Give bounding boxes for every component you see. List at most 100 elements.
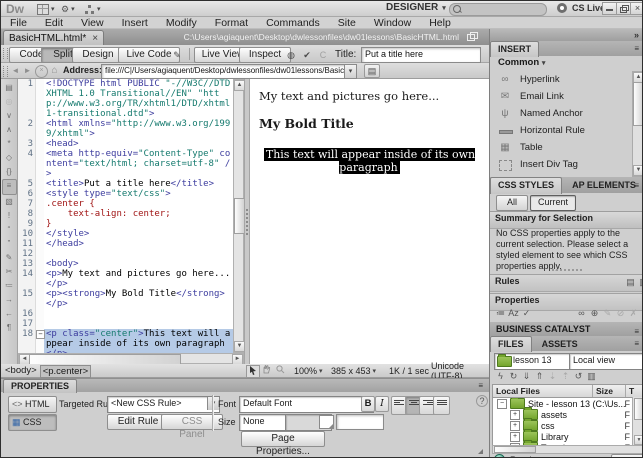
help-icon[interactable]: ? bbox=[476, 395, 488, 407]
live-code-options-icon[interactable]: ✎ bbox=[169, 48, 185, 62]
balance-braces-icon[interactable]: {} bbox=[3, 165, 16, 179]
file-tree-row[interactable]: + assets F bbox=[493, 407, 642, 420]
menu-insert[interactable]: Insert bbox=[113, 17, 157, 29]
menu-window[interactable]: Window bbox=[365, 17, 420, 29]
code-text[interactable]: </style> bbox=[44, 229, 233, 239]
align-justify-icon[interactable] bbox=[433, 396, 450, 415]
search-input[interactable] bbox=[463, 4, 545, 15]
insert-category-select[interactable]: Common ▾ bbox=[490, 57, 545, 68]
code-text[interactable]: <title>Put a title here</title> bbox=[44, 179, 233, 189]
tag-selector-item[interactable]: <p.center> bbox=[39, 365, 92, 378]
expand-icon[interactable]: + bbox=[510, 420, 520, 431]
italic-button[interactable]: I bbox=[375, 396, 389, 412]
expand-icon[interactable]: + bbox=[510, 431, 520, 442]
connect-to-remote-server-icon[interactable]: ϟ bbox=[494, 370, 507, 382]
code-text[interactable] bbox=[44, 309, 233, 319]
code-text[interactable]: <html xmlns="http://www.w3.org/1999/xhtm… bbox=[44, 119, 233, 139]
code-view[interactable]: 1 <!DOCTYPE html PUBLIC "-//W3C//DTD XHTM… bbox=[18, 79, 233, 353]
restore-document-icon[interactable] bbox=[467, 32, 478, 41]
apply-comment-icon[interactable]: “ bbox=[3, 223, 16, 237]
refresh-design-view-icon[interactable]: C bbox=[315, 48, 331, 62]
file-list-icon[interactable]: ▤ bbox=[364, 64, 380, 78]
design-paragraph[interactable]: My text and pictures go here... bbox=[250, 89, 489, 103]
workspace-switcher[interactable]: DESIGNER ▾ bbox=[386, 2, 446, 13]
code-text[interactable]: <p class="center">This text will appear … bbox=[44, 329, 233, 353]
wrap-tag-icon[interactable]: ✎ bbox=[3, 251, 16, 265]
check-out-files-icon[interactable]: ⇣ bbox=[546, 370, 559, 382]
css-panel-button[interactable]: CSS Panel bbox=[161, 414, 223, 440]
synchronize-icon[interactable]: ↺ bbox=[572, 370, 585, 382]
font-select[interactable]: Default Font▾ bbox=[239, 396, 374, 413]
hand-tool-icon[interactable] bbox=[260, 365, 272, 376]
check-browser-compatibility-icon[interactable]: ✔ bbox=[299, 48, 315, 62]
code-text[interactable]: <body> bbox=[44, 259, 233, 269]
close-tab-icon[interactable]: × bbox=[92, 33, 98, 44]
insert-item-insert-div-tag[interactable]: Insert Div Tag bbox=[490, 156, 642, 173]
show-list-icon[interactable]: ▥ bbox=[637, 276, 642, 288]
insert-item-table[interactable]: ▦ Table bbox=[490, 139, 642, 156]
delete-rule-icon[interactable]: ✗ bbox=[627, 307, 640, 319]
business-catalyst-header[interactable]: BUSINESS CATALYST ≡ bbox=[490, 322, 642, 336]
put-files-icon[interactable]: ⇑ bbox=[533, 370, 546, 382]
get-files-icon[interactable]: ⇓ bbox=[520, 370, 533, 382]
close-button[interactable]: × bbox=[631, 3, 642, 14]
insert-scrollbar[interactable]: ▲ ▼ bbox=[632, 71, 642, 177]
collapse-to-icons-icon[interactable]: » bbox=[634, 30, 639, 40]
menu-format[interactable]: Format bbox=[206, 17, 257, 29]
code-fold-icon[interactable] bbox=[36, 329, 45, 353]
insert-item-hyperlink[interactable]: ∞ Hyperlink bbox=[490, 71, 642, 88]
code-text[interactable]: .center { bbox=[44, 199, 233, 209]
menu-site[interactable]: Site bbox=[329, 17, 365, 29]
stop-icon[interactable]: × bbox=[35, 65, 48, 78]
properties-tab[interactable]: PROPERTIES bbox=[3, 379, 78, 393]
window-size-select[interactable]: 385 x 453 ▾ bbox=[331, 364, 376, 377]
ap-elements-tab[interactable]: AP ELEMENTS bbox=[565, 178, 642, 194]
collapse-icon[interactable]: − bbox=[497, 398, 507, 409]
menu-file[interactable]: File bbox=[1, 17, 36, 29]
menu-view[interactable]: View bbox=[72, 17, 113, 29]
cs-live-button[interactable]: CS Live bbox=[572, 3, 605, 13]
page-properties-button[interactable]: Page Properties... bbox=[241, 431, 325, 457]
all-mode-button[interactable]: All bbox=[496, 195, 528, 211]
highlight-invalid-code-icon[interactable]: ▧ bbox=[3, 195, 16, 209]
code-text[interactable]: <meta http-equiv="Content-Type" content=… bbox=[44, 149, 233, 179]
magnification-select[interactable]: 100% ▾ bbox=[294, 364, 323, 377]
forward-icon[interactable]: ► bbox=[22, 65, 33, 76]
search-box[interactable] bbox=[449, 3, 547, 16]
show-code-navigator-icon[interactable]: ◎ bbox=[3, 95, 16, 109]
preview-in-browser-icon[interactable]: ◍ bbox=[283, 48, 299, 62]
current-mode-button[interactable]: Current bbox=[530, 195, 576, 211]
address-grip[interactable] bbox=[3, 66, 8, 77]
section-resize-grip[interactable] bbox=[490, 267, 642, 272]
code-text[interactable]: <p>My text and pictures go here...</p> bbox=[44, 269, 233, 289]
connection-status-icon[interactable] bbox=[494, 454, 505, 457]
file-tree-row[interactable]: − Site - lesson 13 (C:\Us... F bbox=[493, 398, 642, 409]
expand-icon[interactable]: + bbox=[510, 409, 520, 420]
file-tree-row[interactable]: + css F bbox=[493, 418, 642, 431]
scroll-thumb[interactable] bbox=[634, 398, 642, 420]
tag-selector-item[interactable]: <body> bbox=[5, 365, 37, 378]
menu-modify[interactable]: Modify bbox=[157, 17, 206, 29]
code-text[interactable]: <!DOCTYPE html PUBLIC "-//W3C//DTD XHTML… bbox=[44, 79, 233, 119]
design-view-button[interactable]: Design bbox=[72, 47, 124, 63]
panel-menu-icon[interactable]: ≡ bbox=[634, 339, 639, 348]
disable-property-icon[interactable]: ⊘ bbox=[614, 307, 627, 319]
scroll-thumb[interactable] bbox=[633, 82, 642, 126]
code-text[interactable]: <style type="text/css"> bbox=[44, 189, 233, 199]
design-paragraph[interactable]: This text will appear inside of its own … bbox=[250, 148, 489, 174]
scroll-down-icon[interactable]: ▼ bbox=[633, 165, 642, 176]
code-vertical-scrollbar[interactable]: ▲ ▼ bbox=[233, 79, 245, 353]
insert-item-email-link[interactable]: ✉ Email Link bbox=[490, 88, 642, 105]
show-category-view-icon[interactable]: ≔ bbox=[494, 307, 507, 319]
expand-all-icon[interactable]: * bbox=[3, 137, 16, 151]
resize-grip-icon[interactable] bbox=[478, 449, 483, 454]
show-set-properties-icon[interactable]: ✓ bbox=[520, 307, 533, 319]
line-numbers-icon[interactable]: ≡ bbox=[1, 179, 17, 195]
extend-gear-icon[interactable]: ⚙ ▾ bbox=[61, 3, 75, 15]
css-styles-tab[interactable]: CSS STYLES bbox=[490, 177, 563, 194]
attach-style-sheet-icon[interactable]: ∞ bbox=[575, 307, 588, 319]
scroll-down-icon[interactable]: ▼ bbox=[634, 435, 642, 445]
text-color-swatch[interactable] bbox=[319, 415, 334, 429]
recent-snippets-icon[interactable]: ✂ bbox=[3, 265, 16, 279]
show-list-view-icon[interactable]: Az bbox=[507, 307, 520, 319]
